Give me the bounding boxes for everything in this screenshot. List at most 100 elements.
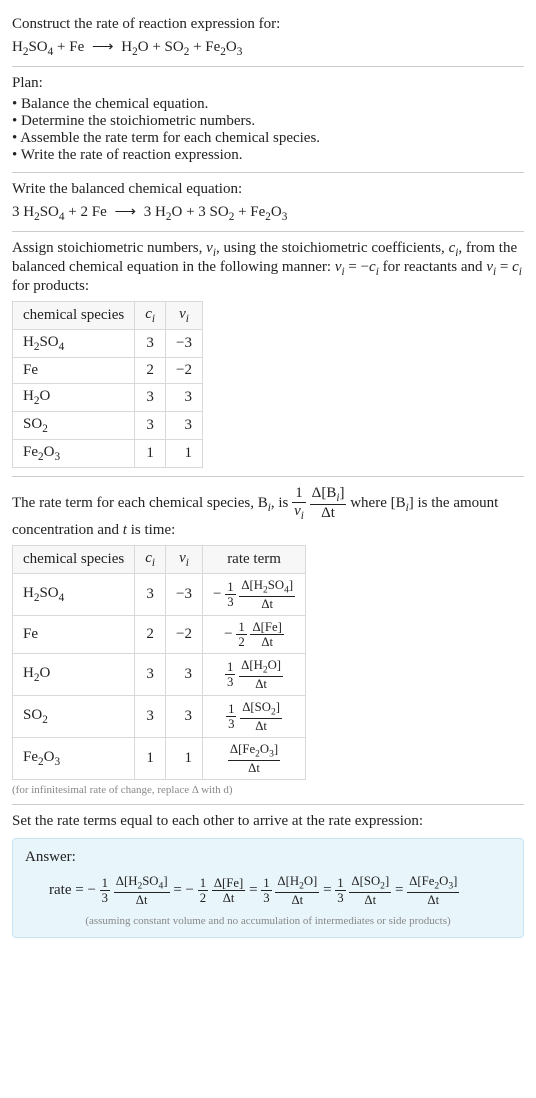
- cell-species: Fe2O3: [13, 738, 135, 780]
- eq-part: SO: [28, 39, 47, 55]
- text: ]: [339, 485, 344, 501]
- prompt-text: Construct the rate of reaction expressio…: [12, 16, 524, 33]
- text: , using the stoichiometric coefficients,: [216, 240, 449, 256]
- table-row: SO233: [13, 412, 203, 440]
- eq-part: + Fe: [189, 39, 220, 55]
- fraction: Δ[Bi] Δt: [310, 485, 347, 522]
- cell-species: SO2: [13, 696, 135, 738]
- text: Δt: [321, 505, 335, 521]
- symbol: c: [369, 259, 376, 275]
- symbol: ν: [179, 550, 186, 566]
- answer-expression: rate = − 13 Δ[H2SO4]Δt = − 12 Δ[Fe]Δt = …: [25, 874, 511, 907]
- eq-part: O: [226, 39, 237, 55]
- text: rate =: [49, 882, 87, 898]
- symbol-sub: i: [152, 557, 155, 569]
- eq-part: SO: [40, 204, 59, 220]
- symbol: c: [145, 550, 152, 566]
- table-row: H2SO43−3− 13 Δ[H2SO4]Δt: [13, 573, 306, 615]
- text: , is: [271, 495, 292, 511]
- cell-vi: −3: [166, 330, 203, 358]
- cell-vi: −3: [166, 573, 203, 615]
- cell-ci: 3: [135, 653, 166, 695]
- table-row: Fe2O311Δ[Fe2O3]Δt: [13, 738, 306, 780]
- cell-ci: 3: [135, 412, 166, 440]
- symbol: ν: [179, 306, 186, 322]
- final-section: Set the rate terms equal to each other t…: [12, 805, 524, 946]
- rateterm-section: The rate term for each chemical species,…: [12, 477, 524, 804]
- symbol: c: [145, 306, 152, 322]
- cell-species: H2SO4: [13, 573, 135, 615]
- text: is time:: [127, 522, 175, 538]
- arrow-icon: ⟶: [92, 37, 114, 56]
- cell-vi: −2: [166, 358, 203, 384]
- symbol-sub: i: [186, 557, 189, 569]
- cell-species: H2O: [13, 653, 135, 695]
- plan-section: Plan: Balance the chemical equation. Det…: [12, 67, 524, 172]
- table-row: Fe2O311: [13, 440, 203, 468]
- plan-item: Assemble the rate term for each chemical…: [12, 130, 524, 147]
- col-ci: ci: [135, 545, 166, 573]
- cell-vi: 3: [166, 696, 203, 738]
- answer-note: (assuming constant volume and no accumul…: [25, 915, 511, 927]
- plan-item: Write the rate of reaction expression.: [12, 147, 524, 164]
- eq-part: 3 H: [140, 204, 166, 220]
- numerator: 1: [292, 485, 306, 503]
- cell-rate: 13 Δ[SO2]Δt: [202, 696, 305, 738]
- answer-box: Answer: rate = − 13 Δ[H2SO4]Δt = − 12 Δ[…: [12, 838, 524, 938]
- symbol: ν: [206, 240, 213, 256]
- cell-vi: 1: [166, 738, 203, 780]
- final-intro: Set the rate terms equal to each other t…: [12, 813, 524, 830]
- cell-ci: 1: [135, 738, 166, 780]
- symbol-sub: i: [152, 313, 155, 325]
- table-header-row: chemical species ci νi rate term: [13, 545, 306, 573]
- cell-ci: 3: [135, 696, 166, 738]
- eq-sub: 3: [282, 211, 288, 223]
- table-row: H2O3313 Δ[H2O]Δt: [13, 653, 306, 695]
- symbol: c: [512, 259, 519, 275]
- unbalanced-equation: H2SO4 + Fe ⟶ H2O + SO2 + Fe2O3: [12, 37, 524, 58]
- cell-species: Fe: [13, 358, 135, 384]
- symbol: ν: [294, 503, 301, 519]
- cell-vi: 1: [166, 440, 203, 468]
- eq-sub: 3: [237, 46, 243, 58]
- plan-item: Balance the chemical equation.: [12, 96, 524, 113]
- text: Δ[B: [312, 485, 337, 501]
- cell-rate: Δ[Fe2O3]Δt: [202, 738, 305, 780]
- balanced-equation: 3 H2SO4 + 2 Fe ⟶ 3 H2O + 3 SO2 + Fe2O3: [12, 202, 524, 223]
- cell-vi: 3: [166, 412, 203, 440]
- plan-title: Plan:: [12, 75, 524, 92]
- plan-list: Balance the chemical equation. Determine…: [12, 96, 524, 164]
- prompt-section: Construct the rate of reaction expressio…: [12, 8, 524, 66]
- stoich-table: chemical species ci νi H2SO43−3Fe2−2H2O3…: [12, 301, 203, 468]
- symbol-sub: i: [186, 313, 189, 325]
- eq-part: + Fe: [53, 39, 88, 55]
- cell-species: H2SO4: [13, 330, 135, 358]
- answer-label: Answer:: [25, 849, 511, 866]
- eq-part: + 2 Fe: [65, 204, 111, 220]
- eq-part: O + SO: [138, 39, 184, 55]
- cell-vi: −2: [166, 615, 203, 653]
- numerator: Δ[Bi]: [310, 485, 347, 505]
- fraction: 1 νi: [292, 485, 306, 522]
- stoich-text: Assign stoichiometric numbers, ν i , using…: [12, 240, 524, 295]
- text: where [B: [350, 495, 405, 511]
- col-ci: ci: [135, 302, 166, 330]
- eq-part: 3 H: [12, 204, 34, 220]
- cell-vi: 3: [166, 653, 203, 695]
- cell-species: Fe2O3: [13, 440, 135, 468]
- cell-species: SO2: [13, 412, 135, 440]
- text: The rate term for each chemical species,…: [12, 495, 268, 511]
- table-row: SO23313 Δ[SO2]Δt: [13, 696, 306, 738]
- cell-ci: 1: [135, 440, 166, 468]
- col-vi: νi: [166, 302, 203, 330]
- col-rate: rate term: [202, 545, 305, 573]
- symbol-sub: i: [519, 266, 522, 278]
- balanced-intro: Write the balanced chemical equation:: [12, 181, 524, 198]
- denominator: νi: [292, 503, 306, 522]
- text: = −: [345, 259, 369, 275]
- table-row: H2O33: [13, 384, 203, 412]
- text: Assign stoichiometric numbers,: [12, 240, 206, 256]
- eq-part: H: [12, 39, 23, 55]
- text: =: [496, 259, 512, 275]
- cell-species: Fe: [13, 615, 135, 653]
